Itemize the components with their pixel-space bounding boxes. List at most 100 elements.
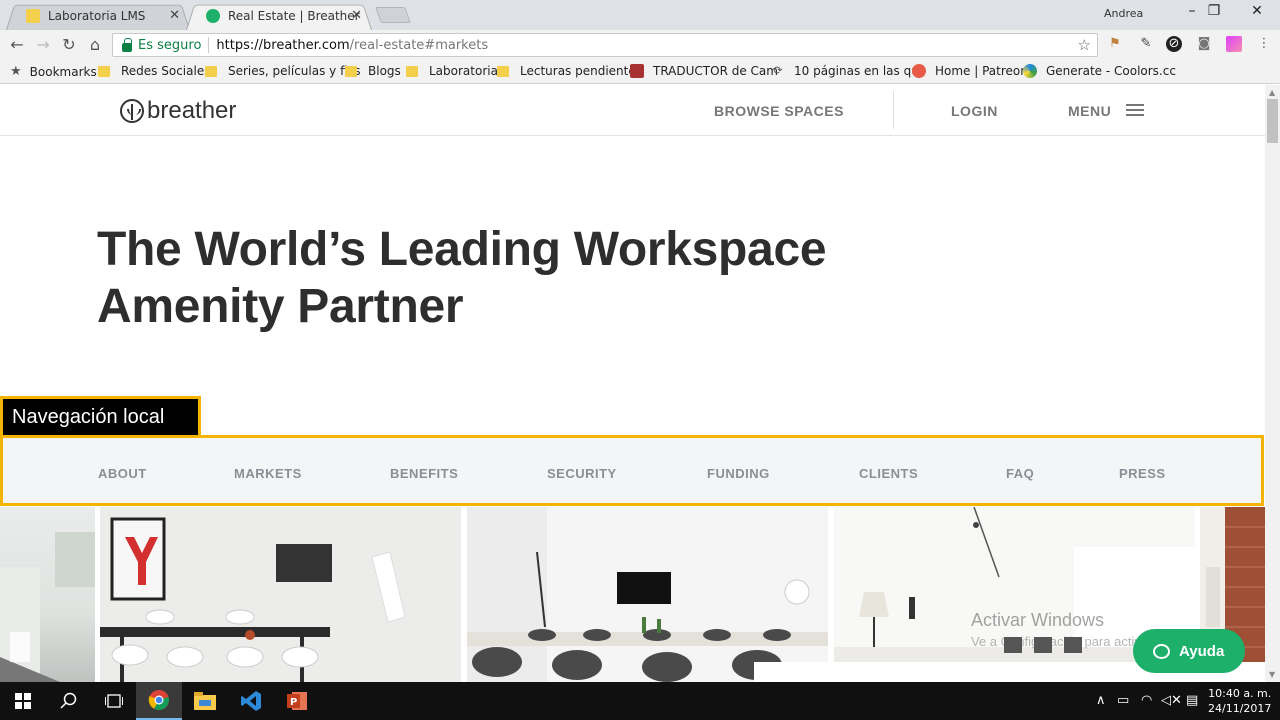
scroll-up-icon[interactable]: ▲: [1269, 88, 1275, 97]
home-icon[interactable]: ⌂: [84, 35, 106, 54]
folder-icon: [98, 65, 110, 77]
bookmark-item[interactable]: TRADUCTOR de Cam: [630, 64, 778, 78]
breather-leaf-icon: [120, 99, 144, 123]
scroll-down-icon[interactable]: ▼: [1269, 670, 1275, 679]
clock-time: 10:40 a. m.: [1208, 687, 1272, 700]
folder-icon: [406, 65, 418, 77]
bookmark-item[interactable]: ⟳ 10 páginas en las qu: [771, 64, 919, 78]
local-nav-funding[interactable]: FUNDING: [707, 466, 770, 481]
local-nav-benefits[interactable]: BENEFITS: [390, 466, 458, 481]
tab-close-icon[interactable]: ✕: [169, 8, 180, 23]
chrome-taskbar-icon[interactable]: [136, 682, 182, 720]
workspace-photo: [0, 507, 95, 682]
bookmark-label: Lecturas pendientes: [520, 64, 643, 78]
wifi-icon[interactable]: ◠: [1141, 693, 1152, 708]
search-icon[interactable]: [46, 682, 92, 720]
eyedropper-icon[interactable]: ✎: [1138, 36, 1154, 52]
web-page: breather BROWSE SPACES LOGIN MENU The Wo…: [0, 85, 1265, 682]
notifications-icon[interactable]: ▤: [1186, 693, 1198, 708]
color-extension-icon[interactable]: [1226, 36, 1242, 52]
bookmark-item[interactable]: Home | Patreon: [912, 64, 1028, 78]
extension-icon[interactable]: ⚑: [1107, 36, 1123, 52]
folder-icon: [345, 65, 357, 77]
restore-icon[interactable]: ❐: [1192, 3, 1236, 19]
bookmark-item[interactable]: ★ Bookmarks: [10, 64, 97, 79]
bookmark-label: Redes Sociales: [121, 64, 211, 78]
block-extension-icon[interactable]: ⊘: [1166, 36, 1182, 52]
windows-start-icon[interactable]: [0, 682, 46, 720]
bookmark-item[interactable]: Redes Sociales: [98, 64, 210, 78]
local-nav-clients[interactable]: CLIENTS: [859, 466, 918, 481]
bookmark-item[interactable]: Generate - Coolors.cc: [1023, 64, 1176, 78]
clock-date: 24/11/2017: [1208, 702, 1272, 715]
chrome-menu-icon[interactable]: ⋮: [1256, 36, 1272, 52]
camera-icon[interactable]: ◙: [1196, 36, 1212, 52]
bookmark-label: Laboratoria: [429, 64, 498, 78]
browser-tabstrip: Laboratoria LMS ✕ Real Estate | Breather…: [0, 0, 1280, 30]
back-icon[interactable]: ←: [6, 35, 28, 54]
coolors-icon: [1023, 64, 1037, 78]
hero-line-1: The World’s Leading Workspace: [97, 223, 827, 276]
bookmark-item[interactable]: Laboratoria: [406, 64, 498, 78]
new-tab-button[interactable]: [375, 7, 411, 23]
browse-spaces-link[interactable]: BROWSE SPACES: [714, 103, 844, 119]
header-divider: [893, 91, 894, 129]
tab-close-icon[interactable]: ✕: [351, 8, 362, 23]
local-nav-security[interactable]: SECURITY: [547, 466, 617, 481]
task-view-icon[interactable]: [91, 682, 137, 720]
tab-breather[interactable]: Real Estate | Breather ✕: [186, 2, 372, 30]
shield-icon: [630, 64, 644, 78]
url-host: https://breather.com: [216, 37, 350, 53]
laboratoria-favicon-icon: [26, 9, 40, 23]
bookmark-item[interactable]: Lecturas pendientes: [497, 64, 642, 78]
browser-toolbar: ← → ↻ ⌂ Es seguro https://breather.com/r…: [0, 30, 1280, 60]
bookmark-label: Home | Patreon: [935, 64, 1028, 78]
bookmarks-bar: ★ Bookmarks Redes Sociales Series, pelíc…: [0, 60, 1280, 84]
workspace-gallery: [0, 507, 1265, 682]
powerpoint-icon[interactable]: P: [274, 682, 320, 720]
volume-mute-icon[interactable]: ◁✕: [1161, 693, 1182, 708]
page-title: The World’s Leading Workspace Amenity Pa…: [97, 221, 897, 335]
lock-icon: [122, 37, 132, 52]
breather-logo[interactable]: breather: [120, 97, 236, 125]
bookmark-label: Generate - Coolors.cc: [1046, 64, 1176, 78]
system-clock[interactable]: 10:40 a. m. 24/11/2017: [1208, 686, 1271, 716]
local-nav-press[interactable]: PRESS: [1119, 466, 1166, 481]
tray-expand-icon[interactable]: ∧: [1096, 693, 1106, 708]
help-button[interactable]: Ayuda: [1133, 629, 1245, 673]
file-explorer-icon[interactable]: [182, 682, 228, 720]
page-scrollbar[interactable]: ▲ ▼: [1265, 85, 1280, 682]
bookmark-item[interactable]: Series, películas y fics: [205, 64, 360, 78]
folder-icon: [205, 65, 217, 77]
local-nav-markets[interactable]: MARKETS: [234, 466, 302, 481]
tab-laboratoria[interactable]: Laboratoria LMS ✕: [6, 2, 190, 30]
vscode-icon[interactable]: [228, 682, 274, 720]
activate-windows-title: Activar Windows: [971, 610, 1105, 630]
chat-bubble-icon: [1153, 643, 1170, 659]
refresh-icon: ⟳: [773, 64, 783, 77]
star-icon: ★: [10, 64, 22, 79]
logo-text: breather: [147, 97, 237, 124]
forward-icon[interactable]: →: [32, 35, 54, 54]
close-window-icon[interactable]: ✕: [1235, 3, 1279, 19]
breather-favicon-icon: [206, 9, 220, 23]
url-path: /real-estate#markets: [349, 37, 489, 53]
svg-text:P: P: [290, 697, 297, 708]
workspace-photo: [467, 507, 828, 682]
local-nav-about[interactable]: ABOUT: [98, 466, 147, 481]
bookmark-item[interactable]: Blogs: [345, 64, 401, 78]
bookmark-label: Series, películas y fics: [228, 64, 361, 78]
login-link[interactable]: LOGIN: [951, 103, 998, 119]
bookmark-label: 10 páginas en las qu: [794, 64, 919, 78]
address-bar[interactable]: Es seguro https://breather.com/real-esta…: [112, 33, 1098, 57]
windows-taskbar: P ∧ ▭ ◠ ◁✕ ▤ 10:40 a. m. 24/11/2017: [0, 682, 1280, 720]
help-button-label: Ayuda: [1179, 642, 1225, 660]
reload-icon[interactable]: ↻: [58, 35, 80, 54]
battery-icon[interactable]: ▭: [1117, 693, 1129, 708]
hamburger-menu-icon[interactable]: [1126, 104, 1144, 116]
local-nav-faq[interactable]: FAQ: [1006, 466, 1034, 481]
profile-name[interactable]: Andrea: [1104, 7, 1143, 20]
bookmark-star-icon[interactable]: ☆: [1078, 36, 1091, 54]
scroll-thumb[interactable]: [1267, 99, 1278, 143]
menu-link[interactable]: MENU: [1068, 103, 1111, 119]
